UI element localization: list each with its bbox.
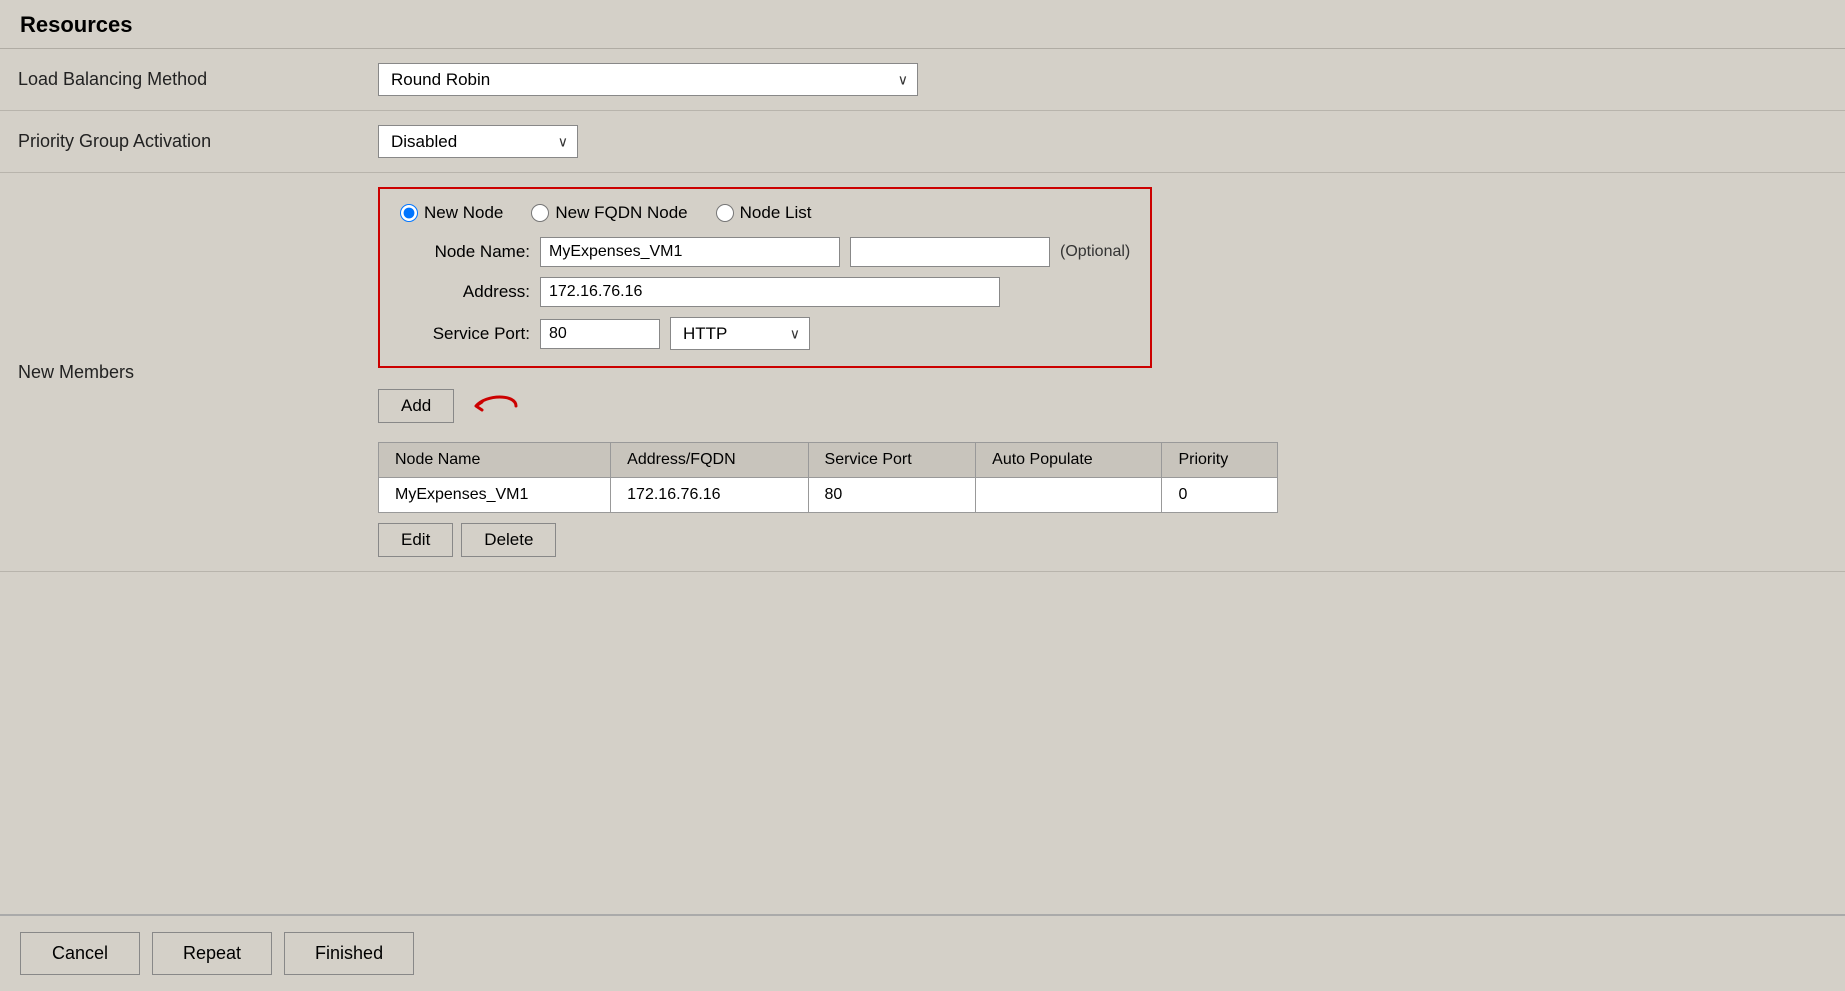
col-priority: Priority [1162,443,1278,478]
radio-new-node[interactable]: New Node [400,203,503,223]
col-address-fqdn: Address/FQDN [611,443,808,478]
load-balancing-value-cell: Round Robin Least Connections Observed P… [360,49,1845,111]
col-node-name: Node Name [379,443,611,478]
address-row: Address: [400,277,1130,307]
cell-auto-populate [976,478,1162,513]
repeat-button[interactable]: Repeat [152,932,272,975]
edit-button[interactable]: Edit [378,523,453,557]
priority-group-value-cell: Disabled Enabled [360,111,1845,173]
node-name-label: Node Name: [400,242,530,262]
cell-service-port: 80 [808,478,976,513]
col-auto-populate: Auto Populate [976,443,1162,478]
service-port-input[interactable] [540,319,660,349]
radio-new-node-label: New Node [424,203,503,223]
add-button-row: Add [378,386,1827,426]
radio-node-list[interactable]: Node List [716,203,812,223]
radio-node-list-label: Node List [740,203,812,223]
address-input[interactable] [540,277,1000,307]
finished-button[interactable]: Finished [284,932,414,975]
address-label: Address: [400,282,530,302]
load-balancing-select[interactable]: Round Robin Least Connections Observed P… [378,63,918,96]
bottom-bar: Cancel Repeat Finished [0,914,1845,991]
load-balancing-select-wrapper[interactable]: Round Robin Least Connections Observed P… [378,63,918,96]
page-title: Resources [0,0,1845,49]
cell-priority: 0 [1162,478,1278,513]
load-balancing-label: Load Balancing Method [0,49,360,111]
radio-node-list-input[interactable] [716,204,734,222]
radio-group: New Node New FQDN Node Node List [400,203,1130,223]
priority-group-select-wrapper[interactable]: Disabled Enabled [378,125,578,158]
new-members-label: New Members [0,173,360,572]
service-port-label: Service Port: [400,324,530,344]
optional-label: (Optional) [1060,243,1130,261]
delete-button[interactable]: Delete [461,523,556,557]
radio-new-node-input[interactable] [400,204,418,222]
cell-address: 172.16.76.16 [611,478,808,513]
radio-new-fqdn-label: New FQDN Node [555,203,687,223]
cell-node-name: MyExpenses_VM1 [379,478,611,513]
node-name-secondary-input[interactable] [850,237,1050,267]
add-button[interactable]: Add [378,389,454,423]
node-name-row: Node Name: (Optional) [400,237,1130,267]
arrow-indicator-icon [466,386,526,426]
table-row: MyExpenses_VM1 172.16.76.16 80 0 [379,478,1278,513]
members-table: Node Name Address/FQDN Service Port Auto… [378,442,1278,513]
col-service-port: Service Port [808,443,976,478]
new-members-cell: New Node New FQDN Node Node List [360,173,1845,572]
node-name-input[interactable] [540,237,840,267]
service-port-row: Service Port: HTTP HTTPS FTP Custom [400,317,1130,350]
priority-group-label: Priority Group Activation [0,111,360,173]
service-port-type-wrapper[interactable]: HTTP HTTPS FTP Custom [670,317,810,350]
cancel-button[interactable]: Cancel [20,932,140,975]
table-actions: Edit Delete [378,523,1827,557]
radio-new-fqdn-input[interactable] [531,204,549,222]
priority-group-select[interactable]: Disabled Enabled [378,125,578,158]
radio-new-fqdn-node[interactable]: New FQDN Node [531,203,687,223]
service-port-type-select[interactable]: HTTP HTTPS FTP Custom [670,317,810,350]
